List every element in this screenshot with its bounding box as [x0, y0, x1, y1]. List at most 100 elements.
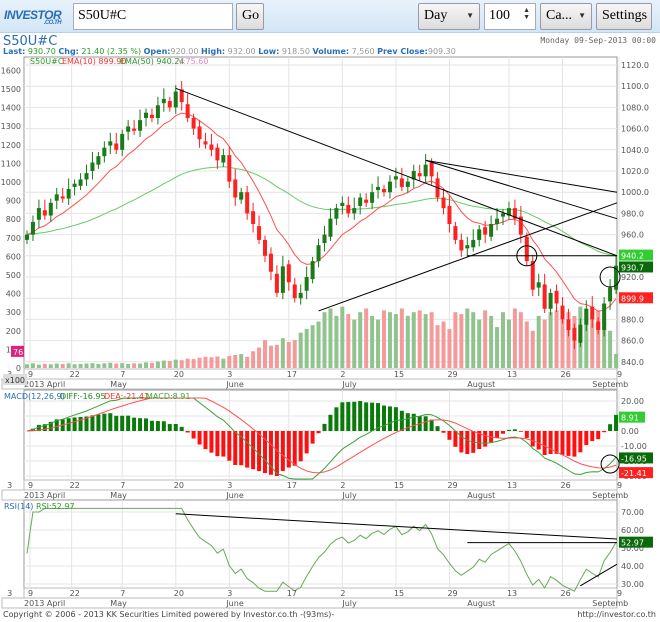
candle-body — [596, 321, 601, 330]
day-label: 3 — [227, 589, 232, 598]
candle-body — [393, 176, 398, 180]
macd-bar — [596, 431, 601, 440]
volume-bar — [102, 363, 107, 368]
volume-bar — [191, 359, 196, 368]
stock-chart[interactable]: 392272031721529132692013 AprilMayJuneJul… — [0, 0, 660, 622]
diff-badge-text: -16.95 — [621, 454, 647, 463]
candle-body — [60, 196, 65, 199]
volume-tick: 400 — [6, 290, 21, 299]
candle-body — [405, 181, 410, 187]
candle-body — [185, 104, 190, 118]
month-label: 2013 April — [24, 599, 65, 608]
macd-bar — [441, 431, 446, 433]
candle-body — [358, 197, 363, 206]
macd-bar — [114, 415, 119, 431]
day-label: 26 — [561, 370, 571, 379]
candle-body — [90, 162, 95, 171]
candle-body — [417, 173, 422, 177]
day-label: 13 — [507, 370, 517, 379]
macd-bar — [512, 429, 517, 431]
month-label: August — [467, 491, 495, 500]
macd-bar — [602, 431, 607, 433]
candle-body — [524, 236, 529, 262]
day-label: 17 — [287, 370, 297, 379]
candle-body — [370, 192, 375, 203]
macd-bar — [548, 431, 553, 455]
volume-bar — [393, 314, 398, 368]
month-label: June — [225, 380, 244, 389]
volume-bar — [25, 364, 29, 368]
volume-bar — [441, 321, 446, 368]
candle-body — [221, 155, 226, 163]
day-label: 20 — [174, 481, 184, 490]
macd-bar — [334, 407, 339, 431]
candle-body — [542, 284, 547, 309]
day-label: 13 — [507, 589, 517, 598]
candle-body — [173, 91, 178, 108]
candle-body — [495, 218, 500, 224]
legend-rsi-name: RSI(14) — [4, 502, 33, 511]
candle-body — [245, 192, 250, 214]
candle-body — [209, 144, 214, 150]
volume-bar — [405, 315, 410, 368]
volume-tick: 800 — [6, 215, 21, 224]
macd-bar — [126, 415, 131, 431]
volume-bar — [257, 347, 262, 368]
macd-bar — [138, 418, 143, 431]
volume-tick: 1300 — [1, 122, 21, 131]
month-label: July — [341, 491, 357, 500]
footer-link[interactable]: http://investor.co.th — [577, 610, 656, 619]
volume-bar — [328, 308, 333, 368]
day-label: 26 — [561, 481, 571, 490]
macd-bar — [155, 421, 160, 431]
candle-body — [149, 114, 154, 118]
candle-body — [161, 98, 166, 104]
volume-bar — [548, 312, 553, 368]
day-label: 9 — [28, 370, 33, 379]
candle-body — [84, 173, 89, 180]
volume-tick: 700 — [6, 234, 21, 243]
volume-tick: 600 — [6, 252, 21, 261]
volume-bar — [78, 363, 83, 368]
rsi-tick: 40.00 — [621, 562, 644, 571]
candle-body — [298, 292, 303, 299]
macd-bar — [584, 431, 589, 446]
candle-body — [536, 282, 541, 288]
macd-bar — [560, 431, 565, 455]
day-label: 9 — [28, 481, 33, 490]
volume-bar — [352, 319, 357, 368]
legend-rsi: RSI:52.97 — [36, 502, 75, 511]
volume-bar — [334, 315, 339, 368]
volume-bar — [292, 340, 297, 368]
volume-bar — [149, 362, 154, 368]
month-label: Septemb — [592, 599, 628, 608]
macd-bar — [536, 431, 541, 450]
macd-bar — [423, 416, 428, 431]
date-axis — [23, 479, 618, 491]
volume-bar — [286, 341, 291, 368]
volume-tick: 1400 — [1, 104, 21, 113]
volume-bar — [411, 312, 416, 368]
volume-bar — [560, 319, 565, 368]
legend-macd-name: MACD(12,26,9) — [4, 392, 65, 401]
legend-diff: DIFF:-16.95 — [60, 392, 106, 401]
day-label: 26 — [561, 589, 571, 598]
day-label: 13 — [507, 481, 517, 490]
volume-unit-badge-text: x100 — [5, 376, 25, 385]
volume-bar — [435, 325, 440, 368]
candle-body — [48, 202, 53, 216]
candle-body — [30, 221, 35, 235]
candle-body — [72, 183, 77, 187]
month-label: June — [225, 599, 244, 608]
macd-bar — [399, 410, 404, 431]
volume-bar — [518, 312, 523, 368]
candle-body — [263, 239, 267, 256]
macd-bar — [310, 431, 315, 444]
price-tick: 980.0 — [621, 209, 644, 218]
volume-bar — [346, 314, 351, 368]
macd-bar — [506, 429, 511, 431]
volume-bar — [239, 354, 244, 368]
month-axis — [1, 597, 618, 609]
macd-bar — [144, 418, 148, 431]
macd-bar — [572, 431, 577, 457]
